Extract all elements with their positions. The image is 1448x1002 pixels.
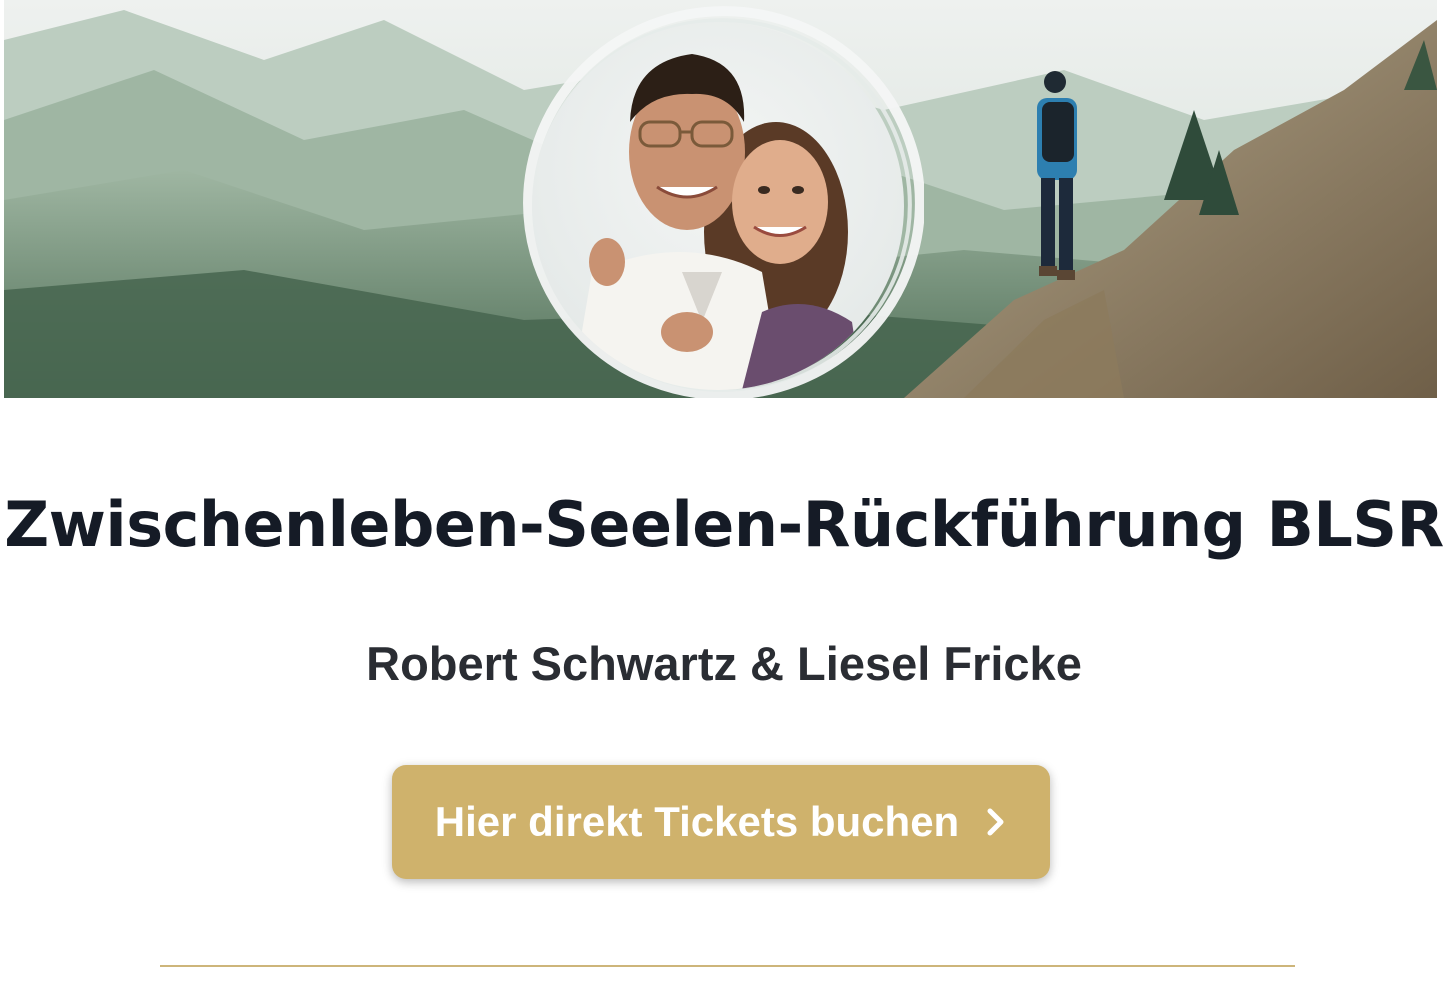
book-tickets-button[interactable]: Hier direkt Tickets buchen bbox=[392, 765, 1050, 879]
page-title: Zwischenleben-Seelen-Rückführung BLSR bbox=[4, 488, 1444, 561]
portrait-photo bbox=[532, 22, 904, 390]
page: Zwischenleben-Seelen-Rückführung BLSR Ro… bbox=[0, 0, 1448, 1002]
speakers-subtitle: Robert Schwartz & Liesel Fricke bbox=[366, 637, 1082, 690]
chevron-right-icon bbox=[985, 807, 1007, 837]
book-tickets-label: Hier direkt Tickets buchen bbox=[434, 798, 960, 845]
section-divider bbox=[160, 965, 1295, 967]
couple-portrait-illustration bbox=[572, 54, 862, 390]
